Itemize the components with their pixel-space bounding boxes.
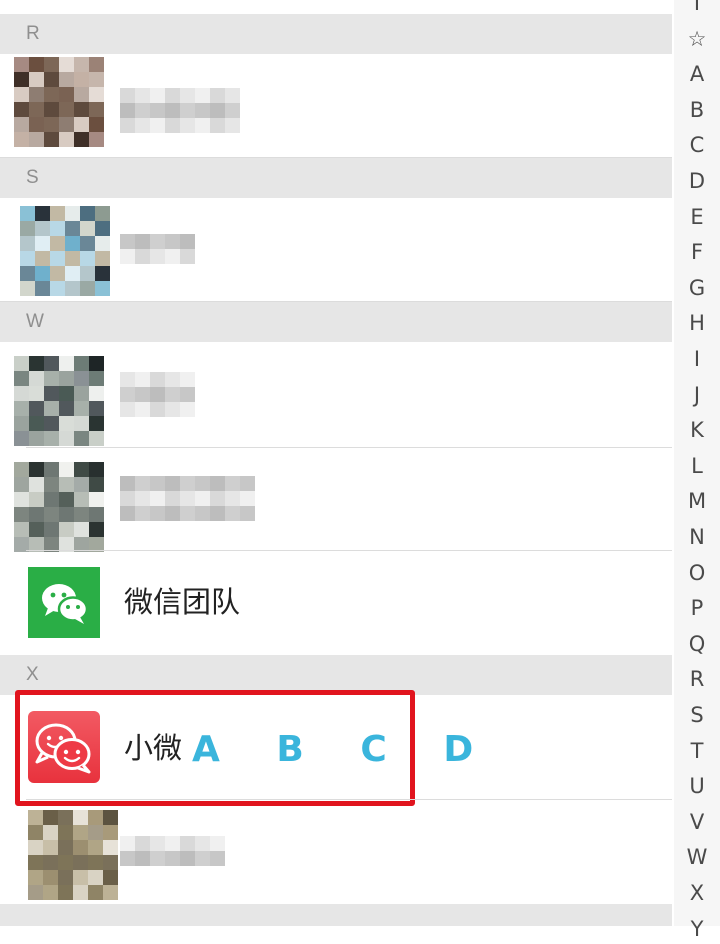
contact-name-blurred: [120, 476, 255, 521]
index-letter[interactable]: W: [674, 842, 720, 872]
index-letter[interactable]: S: [674, 700, 720, 730]
list-item-partial-top[interactable]: [0, 0, 672, 14]
section-header-w: W: [0, 302, 672, 342]
index-letter[interactable]: ☆: [674, 24, 720, 54]
list-item[interactable]: [0, 800, 672, 904]
avatar: [14, 356, 104, 446]
index-letter[interactable]: D: [674, 166, 720, 196]
avatar: [28, 810, 118, 900]
avatar: [14, 57, 104, 147]
avatar: [20, 206, 110, 296]
section-letter: R: [26, 23, 40, 44]
section-header-r: R: [0, 14, 672, 54]
contact-name-blurred: [120, 88, 240, 133]
index-letter[interactable]: G: [674, 273, 720, 303]
index-letter[interactable]: M: [674, 486, 720, 516]
list-item[interactable]: [0, 198, 672, 302]
index-letter[interactable]: H: [674, 308, 720, 338]
index-letter[interactable]: R: [674, 664, 720, 694]
index-letter[interactable]: N: [674, 522, 720, 552]
index-letter[interactable]: L: [674, 451, 720, 481]
index-letter[interactable]: I: [674, 344, 720, 374]
index-letter[interactable]: I: [674, 0, 720, 18]
section-header-x: X: [0, 655, 672, 695]
index-letter[interactable]: E: [674, 202, 720, 232]
contact-name-blurred: [120, 234, 195, 266]
index-letter[interactable]: Y: [674, 914, 720, 944]
avatar: [14, 462, 104, 552]
index-letter[interactable]: X: [674, 878, 720, 908]
section-letter: X: [26, 664, 39, 685]
contact-name: 微信团队: [124, 585, 241, 619]
index-letter[interactable]: P: [674, 593, 720, 623]
index-letter[interactable]: Q: [674, 629, 720, 659]
index-letter[interactable]: A: [674, 59, 720, 89]
highlight-box: [15, 690, 415, 806]
index-letter[interactable]: F: [674, 237, 720, 267]
list-item[interactable]: [0, 54, 672, 158]
list-item-wechat-team[interactable]: 微信团队: [0, 551, 672, 655]
index-letter[interactable]: U: [674, 771, 720, 801]
index-letter[interactable]: J: [674, 380, 720, 410]
section-letter: W: [26, 311, 44, 332]
index-letter[interactable]: C: [674, 130, 720, 160]
list-item[interactable]: [0, 342, 672, 448]
contact-name-blurred: [120, 372, 195, 417]
index-letter[interactable]: T: [674, 736, 720, 766]
section-header-partial: [0, 904, 672, 926]
wechat-chat-bubbles-icon: [28, 567, 100, 638]
section-letter: S: [26, 167, 39, 188]
index-letter[interactable]: K: [674, 415, 720, 445]
contact-name-blurred: [120, 836, 225, 868]
list-item[interactable]: [0, 448, 672, 552]
index-letter[interactable]: B: [674, 95, 720, 125]
index-letter[interactable]: V: [674, 807, 720, 837]
index-letter[interactable]: O: [674, 558, 720, 588]
section-header-s: S: [0, 158, 672, 198]
